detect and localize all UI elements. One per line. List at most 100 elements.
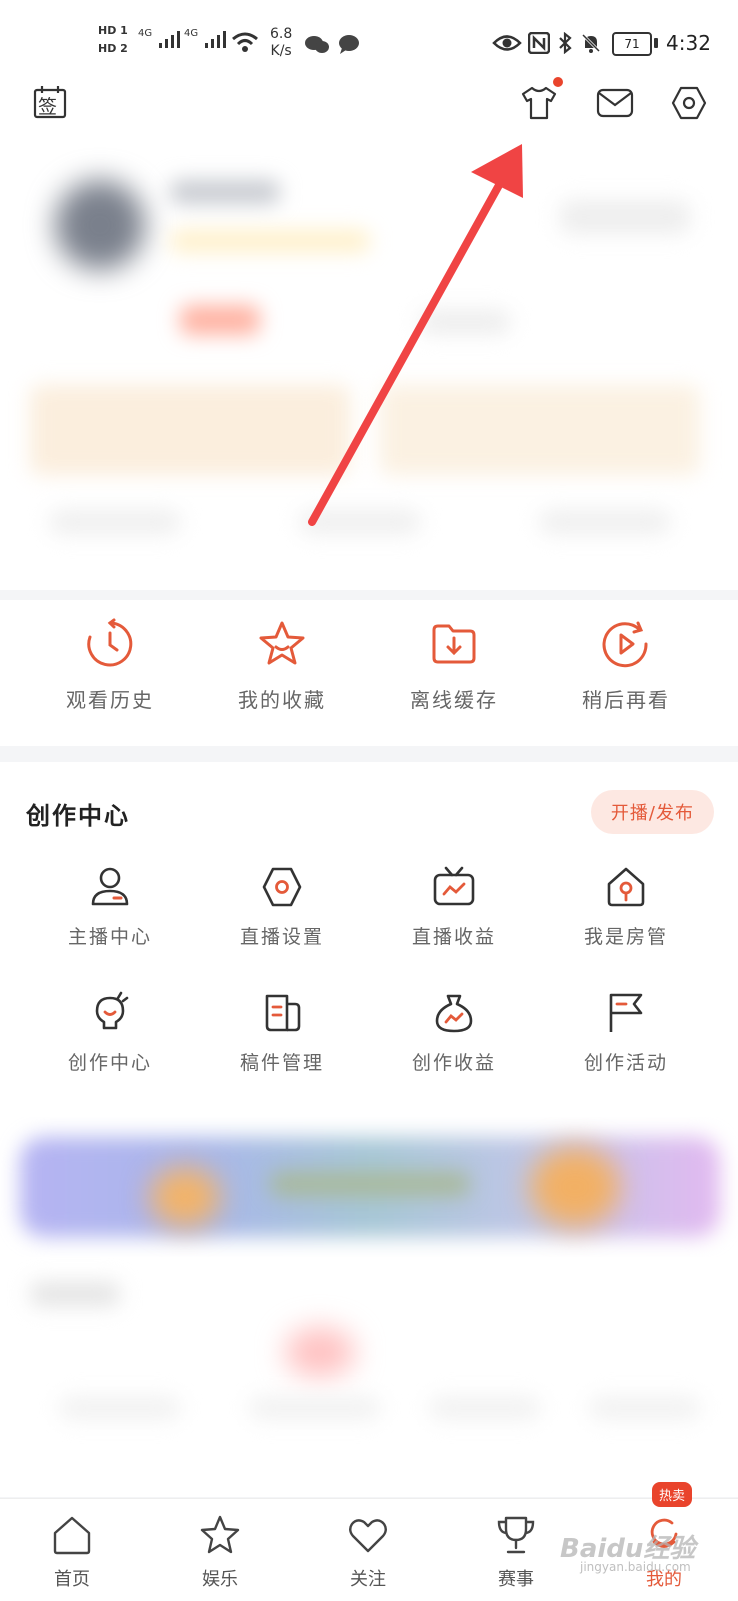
promo-banner[interactable] (0, 1117, 738, 1257)
clock: 4:32 (666, 31, 711, 55)
creator-item-live-income[interactable]: 直播收益 (379, 864, 529, 949)
creator-item-creation-center[interactable]: 创作中心 (35, 990, 185, 1075)
star-icon (259, 621, 305, 665)
creator-item-label: 主播中心 (67, 926, 152, 948)
signal-1: 4G (138, 28, 183, 54)
wechat-icon (305, 35, 359, 54)
quick-actions: 观看历史 我的收藏 离线缓存 稍后再看 (0, 600, 738, 746)
nav-item-events[interactable]: 赛事 (466, 1513, 566, 1591)
quick-action-offline[interactable]: 离线缓存 (379, 618, 529, 713)
creator-item-manuscripts[interactable]: 稿件管理 (207, 990, 357, 1075)
level-placeholder (170, 230, 370, 252)
quick-action-label: 我的收藏 (238, 688, 326, 712)
item-placeholder-1 (60, 1397, 180, 1419)
mail-icon (596, 88, 634, 118)
nav-item-entertainment[interactable]: 娱乐 (170, 1513, 270, 1591)
flag-icon (609, 993, 643, 1032)
bulb-icon (95, 991, 129, 1030)
battery-cap (654, 38, 658, 48)
banner-decoration-right (530, 1147, 620, 1227)
speed-value: 6.8 (270, 26, 293, 42)
bluetooth-icon (559, 32, 572, 54)
messages-button[interactable] (592, 80, 638, 126)
battery-indicator: 71 (612, 32, 652, 56)
creator-item-creation-activities[interactable]: 创作活动 (551, 990, 701, 1075)
money-bag-icon (435, 994, 473, 1033)
hd1-label: HD 1 (98, 24, 128, 37)
avatar (55, 180, 145, 270)
hd2-label: HD 2 (98, 42, 128, 55)
item-placeholder-3 (430, 1397, 540, 1419)
creator-item-label: 直播设置 (239, 926, 324, 948)
top-toolbar: 签 (0, 77, 738, 140)
hd-indicators: HD 1 HD 2 (98, 24, 128, 56)
quick-action-label: 稍后再看 (582, 688, 670, 712)
item-placeholder-4 (590, 1397, 700, 1419)
item-thumb-placeholder (285, 1327, 355, 1377)
quick-action-watch-later[interactable]: 稍后再看 (551, 618, 701, 713)
creator-title: 创作中心 (26, 802, 130, 830)
creator-item-live-settings[interactable]: 直播设置 (207, 864, 357, 949)
net-speed: 6.8 K/s (270, 26, 292, 60)
stat-placeholder-2 (300, 510, 420, 534)
tshirt-icon (521, 86, 557, 120)
creator-item-label: 创作中心 (67, 1052, 152, 1074)
quick-action-history[interactable]: 观看历史 (35, 618, 185, 713)
heart-icon (349, 1519, 387, 1553)
profile-link-placeholder (560, 200, 690, 234)
nav-label: 首页 (54, 1569, 90, 1590)
signal-2: 4G (184, 28, 229, 54)
play-later-icon (602, 621, 648, 668)
card-placeholder-left (30, 385, 350, 475)
nav-item-home[interactable]: 首页 (22, 1513, 122, 1591)
hot-sale-badge: 热卖 (652, 1482, 693, 1507)
signal-icon (205, 31, 227, 48)
creator-item-label: 我是房管 (583, 926, 668, 948)
download-folder-icon (432, 624, 476, 664)
status-bar: HD 1 HD 2 4G 4G 6.8 K/s 71 4:32 (0, 0, 738, 80)
sign-in-button[interactable]: 签 (30, 82, 70, 122)
nav-item-follow[interactable]: 关注 (318, 1513, 418, 1591)
nav-label: 娱乐 (202, 1569, 238, 1590)
signal-icon (159, 31, 181, 48)
card-placeholder-right (380, 385, 700, 475)
creator-item-room-manager[interactable]: 我是房管 (551, 864, 701, 949)
settings-button[interactable] (666, 80, 712, 126)
baidu-watermark-url: jingyan.baidu.com (580, 1560, 691, 1574)
dress-up-button[interactable] (516, 77, 563, 126)
history-icon (87, 618, 133, 667)
net2-label: 4G (184, 28, 199, 39)
anchor-user-icon (91, 867, 129, 906)
notification-dot (553, 77, 563, 87)
section-title-placeholder (30, 1282, 120, 1306)
creator-item-label: 直播收益 (411, 926, 496, 948)
settings-icon (671, 86, 707, 120)
item-placeholder-2 (250, 1397, 380, 1419)
nav-label: 赛事 (498, 1569, 534, 1590)
stat-placeholder-1 (50, 510, 180, 534)
banner-decoration-left (150, 1167, 220, 1227)
recommend-section (0, 1257, 738, 1497)
creator-item-anchor-center[interactable]: 主播中心 (35, 864, 185, 949)
eye-icon (492, 35, 522, 51)
tv-income-icon (433, 866, 475, 906)
creator-item-creation-income[interactable]: 创作收益 (379, 990, 529, 1075)
house-manager-icon (607, 867, 645, 907)
trophy-icon (497, 1516, 535, 1554)
stat-placeholder-3 (540, 510, 670, 534)
stat-placeholder (420, 310, 510, 334)
sign-in-label: 签 (38, 96, 58, 118)
badge-placeholder (180, 305, 260, 335)
quick-action-label: 离线缓存 (410, 688, 498, 712)
star-outline-icon (200, 1515, 240, 1554)
nfc-icon (528, 32, 550, 54)
live-settings-icon (262, 867, 302, 907)
home-icon (53, 1516, 91, 1555)
go-live-publish-button[interactable]: 开播/发布 (590, 790, 714, 834)
net1-label: 4G (138, 28, 153, 39)
creator-item-label: 创作活动 (583, 1052, 668, 1074)
speed-unit: K/s (270, 43, 292, 59)
banner-text-placeholder (270, 1172, 470, 1196)
quick-action-favorites[interactable]: 我的收藏 (207, 618, 357, 713)
creator-item-label: 稿件管理 (239, 1052, 324, 1074)
